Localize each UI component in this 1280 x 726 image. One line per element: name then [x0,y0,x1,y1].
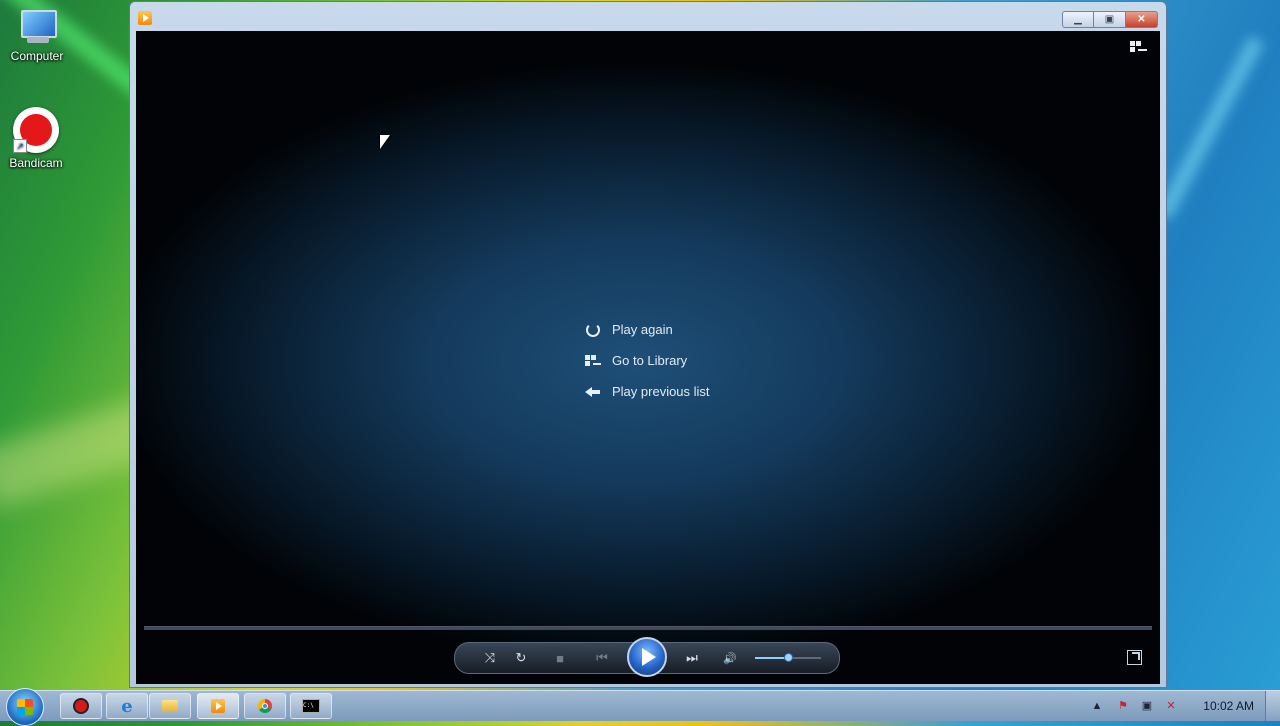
fullscreen-button[interactable] [1127,650,1142,665]
desktop-icon-label: Computer [10,49,64,63]
play-icon [642,648,656,666]
next-icon: ⏭ [686,650,698,665]
action-center-icon[interactable]: ⚑ [1116,699,1130,713]
seek-bar[interactable] [144,626,1152,630]
wallpaper-streak [1155,35,1265,221]
mute-button[interactable]: 🔊 [717,643,743,673]
desktop-icon-bandicam[interactable]: ↗ Bandicam [1,107,71,170]
start-button[interactable] [6,688,44,726]
desktop-icon-label: Bandicam [9,156,63,170]
mouse-pointer-icon [380,135,390,149]
play-button[interactable] [627,637,667,677]
play-again-label: Play again [612,322,673,337]
bandicam-icon [75,700,87,712]
shuffle-icon: ⤨ [484,650,496,665]
repeat-icon: ↻ [515,650,527,665]
bandicam-icon: ↗ [13,107,59,153]
play-previous-list-label: Play previous list [612,384,710,399]
switch-to-library-icon[interactable] [1130,41,1148,55]
stop-icon: ■ [556,650,564,666]
maximize-button[interactable]: ▣ [1094,11,1126,28]
play-again-link[interactable]: Play again [585,314,710,345]
computer-icon [17,10,57,46]
taskbar: e C:\ ▲ ⚑ ▣ ✕ 10:02 AM [0,688,1280,726]
previous-icon: ⏮ [596,650,608,665]
speaker-icon: 🔊 [723,652,737,665]
taskbar-button-bandicam[interactable] [60,693,102,719]
network-icon[interactable]: ▣ [1140,699,1154,713]
now-playing-area[interactable]: Play again Go to Library Play previous l… [136,31,1160,684]
volume-muted-icon[interactable]: ✕ [1164,699,1178,713]
repeat-button[interactable]: ↻ [508,643,534,673]
back-arrow-icon [585,384,601,400]
window-controls: ▁ ▣ ✕ [1062,11,1158,28]
shortcut-arrow-icon: ↗ [13,139,27,153]
taskbar-button-explorer[interactable] [149,693,191,719]
taskbar-button-chrome[interactable] [244,693,286,719]
go-to-library-link[interactable]: Go to Library [585,345,710,376]
show-hidden-icons-icon[interactable]: ▲ [1090,699,1104,713]
close-button[interactable]: ✕ [1126,11,1158,28]
media-player-app-icon[interactable] [138,11,152,25]
taskbar-button-media-player[interactable] [197,693,239,719]
replay-icon [585,322,601,338]
internet-explorer-icon: e [121,695,133,717]
taskbar-button-ie[interactable]: e [106,693,148,719]
desktop-icon-computer[interactable]: Computer [2,10,72,63]
end-of-playlist-menu: Play again Go to Library Play previous l… [585,314,710,407]
title-bar[interactable]: ▁ ▣ ✕ [130,2,1166,31]
minimize-button[interactable]: ▁ [1062,11,1094,28]
go-to-library-label: Go to Library [612,353,688,368]
show-desktop-button[interactable] [1265,691,1280,721]
volume-slider[interactable] [755,653,821,662]
command-prompt-icon: C:\ [302,699,320,713]
clock[interactable]: 10:02 AM [1203,699,1254,713]
stop-button[interactable]: ■ [547,643,573,673]
shuffle-button[interactable]: ⤨ [477,643,503,673]
play-previous-list-link[interactable]: Play previous list [585,376,710,407]
library-icon [585,353,601,369]
notification-area: ▲ ⚑ ▣ ✕ 10:02 AM [1090,691,1280,721]
next-button[interactable]: ⏭ [675,643,709,673]
folder-icon [162,700,178,712]
chrome-icon [258,699,272,713]
playback-controls: ⤨ ↻ ■ ⏮ ⏭ 🔊 [454,637,840,677]
media-player-icon [211,699,225,713]
media-player-window: ▁ ▣ ✕ Play again Go to Library Play prev… [129,1,1167,688]
volume-thumb[interactable] [784,653,793,662]
previous-button[interactable]: ⏮ [585,643,619,673]
taskbar-button-cmd[interactable]: C:\ [290,693,332,719]
